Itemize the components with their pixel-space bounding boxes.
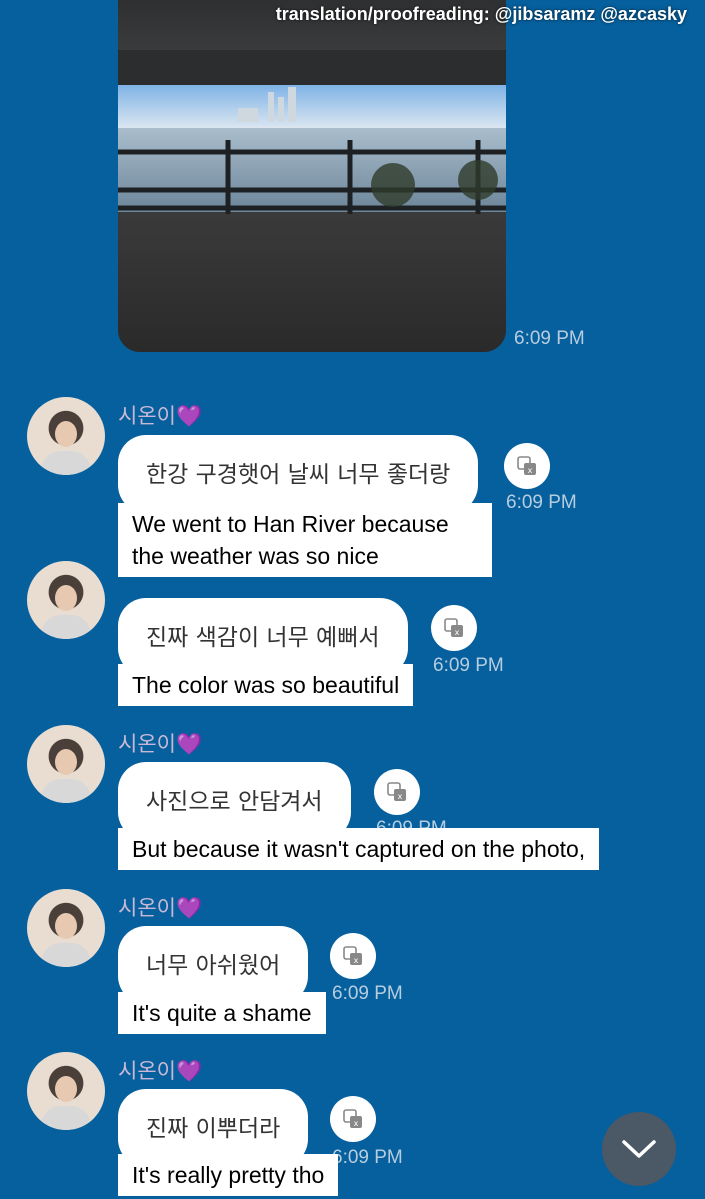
sender-name: 시온이💜: [118, 404, 203, 428]
avatar[interactable]: [27, 889, 105, 967]
translation-caption: We went to Han River because the weather…: [118, 503, 492, 577]
translate-icon[interactable]: x: [431, 605, 477, 651]
message-time: 6:09 PM: [433, 655, 504, 676]
translation-caption: But because it wasn't captured on the ph…: [118, 828, 600, 870]
sender-name: 시온이💜: [118, 1059, 203, 1083]
sender-name: 시온이💜: [118, 896, 203, 920]
avatar[interactable]: [27, 397, 105, 475]
svg-text:x: x: [398, 792, 403, 801]
message-bubble[interactable]: 한강 구경햇어 날씨 너무 좋더랑: [118, 435, 479, 513]
avatar[interactable]: [27, 1052, 105, 1130]
chevron-down-icon: [622, 1140, 656, 1158]
photo-message[interactable]: [118, 0, 506, 352]
translate-icon[interactable]: x: [330, 933, 376, 979]
sender-name: 시온이💜: [118, 732, 203, 756]
avatar[interactable]: [27, 725, 105, 803]
message-time: 6:09 PM: [332, 983, 403, 1004]
avatar[interactable]: [27, 561, 105, 639]
railing: [118, 140, 506, 214]
scroll-to-bottom-button[interactable]: [602, 1112, 676, 1186]
message-time: 6:09 PM: [506, 492, 577, 513]
svg-text:x: x: [528, 466, 533, 475]
translate-icon[interactable]: x: [374, 769, 420, 815]
translate-icon[interactable]: x: [504, 443, 550, 489]
svg-text:x: x: [354, 956, 359, 965]
credit-watermark: translation/proofreading: @jibsaramz @az…: [275, 4, 687, 24]
message-time: 6:09 PM: [332, 1147, 403, 1168]
svg-text:x: x: [455, 628, 460, 637]
translation-caption: It's quite a shame: [118, 992, 326, 1034]
translate-icon[interactable]: x: [330, 1096, 376, 1142]
translation-caption: It's really pretty tho: [118, 1154, 339, 1196]
translation-caption: The color was so beautiful: [118, 664, 414, 706]
photo-time: 6:09 PM: [514, 328, 585, 349]
svg-text:x: x: [354, 1119, 359, 1128]
